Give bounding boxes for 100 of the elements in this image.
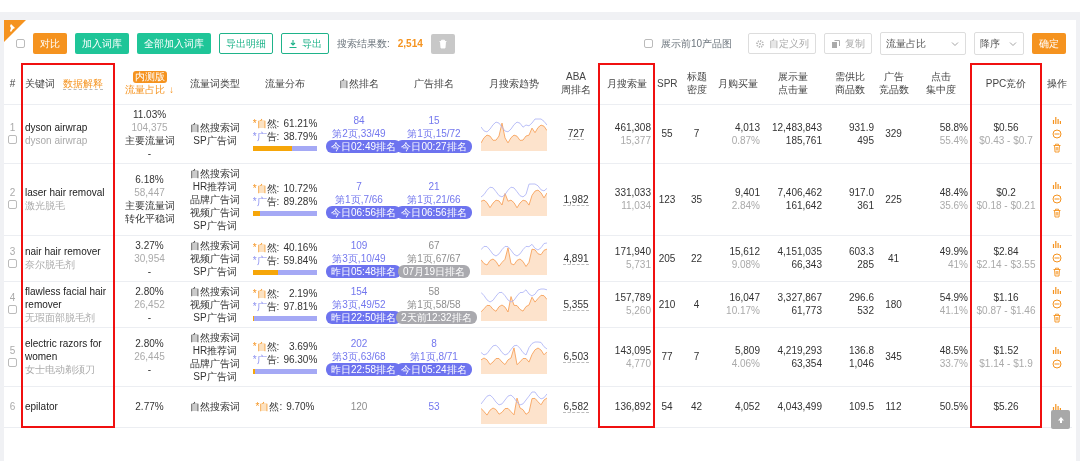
- select-all-checkbox[interactable]: [16, 39, 25, 48]
- bar-chart-icon[interactable]: [1052, 114, 1062, 125]
- trash-icon[interactable]: [1052, 142, 1062, 153]
- aba-rank: 5,355: [563, 298, 589, 311]
- keyword-type: SP广告词: [192, 369, 238, 383]
- keyword-type: 视频广告词: [189, 251, 241, 265]
- column-header: SPR: [657, 77, 678, 89]
- bar-chart-icon[interactable]: [1052, 344, 1062, 355]
- keyword-text[interactable]: laser hair removal: [25, 186, 111, 199]
- toolbar-button[interactable]: 全部加入词库: [137, 33, 211, 54]
- toolbar-button[interactable]: 导出: [281, 33, 329, 54]
- copy-button[interactable]: 复制: [824, 33, 872, 54]
- distribution-label: *广告:: [252, 352, 280, 366]
- ppc-range: $2.14 - $3.55: [975, 258, 1037, 271]
- keyword-type: 自然搜索词: [189, 284, 241, 298]
- column-header: 广告排名: [414, 77, 454, 89]
- row-number: 6: [8, 400, 17, 413]
- minus-circle-icon[interactable]: [1052, 128, 1062, 139]
- keyword-tag: -: [117, 264, 182, 278]
- bar-chart-icon[interactable]: [1052, 180, 1062, 190]
- trash-icon[interactable]: [1052, 267, 1062, 277]
- impressions-clicks: 7,406,462: [776, 186, 822, 199]
- sort-arrow-icon: ↓: [169, 83, 174, 95]
- minus-circle-icon[interactable]: [1052, 194, 1062, 204]
- click-concentration: 33.7%: [938, 356, 968, 370]
- title-density: 7: [693, 128, 700, 139]
- rank-position: 第1页,8/71: [409, 350, 459, 363]
- keyword-type: SP广告词: [192, 133, 238, 147]
- row-number: 4: [8, 291, 17, 304]
- bar-chart-icon[interactable]: [1052, 285, 1062, 295]
- show-images-checkbox[interactable]: [643, 39, 653, 48]
- keyword-tag: 主要流量词: [117, 133, 182, 147]
- trash-icon[interactable]: [1052, 313, 1062, 323]
- column-header: 密度: [685, 83, 708, 97]
- impressions-clicks: 12,483,843: [770, 120, 822, 134]
- keyword-translation: 奈尔脱毛剂: [25, 258, 76, 271]
- row-checkbox[interactable]: [8, 134, 17, 144]
- custom-columns-button[interactable]: 自定义列: [748, 33, 816, 54]
- row-checkbox[interactable]: [8, 305, 17, 314]
- column-header: 点击量: [777, 83, 809, 97]
- rank-number: 15: [427, 114, 441, 127]
- keyword-type: HR推荐词: [191, 179, 239, 193]
- keyword-type: 视频广告词: [189, 205, 241, 219]
- row-number: 1: [8, 120, 17, 134]
- sort-field-select[interactable]: 流量占比: [880, 32, 966, 55]
- minus-circle-icon[interactable]: [1052, 253, 1062, 263]
- distribution-label: *自然:: [252, 241, 280, 254]
- supply-demand: 603.3: [847, 245, 874, 258]
- monthly-search: 4,770: [624, 356, 651, 370]
- minus-circle-icon[interactable]: [1052, 299, 1062, 309]
- rank-number: 7: [355, 179, 363, 193]
- rank-number: 84: [352, 114, 366, 127]
- keyword-tag: -: [117, 310, 182, 324]
- data-explain-link[interactable]: 数据解释: [63, 78, 103, 90]
- trash-icon[interactable]: [1052, 208, 1062, 218]
- column-header: ABA: [565, 71, 587, 84]
- impressions-clicks: 3,327,867: [776, 291, 822, 304]
- keyword-text[interactable]: flawless facial hair remover: [25, 284, 111, 311]
- row-checkbox[interactable]: [8, 200, 17, 209]
- row-checkbox[interactable]: [8, 259, 17, 268]
- confirm-button[interactable]: 确定: [1032, 33, 1066, 54]
- column-header: 展示量: [777, 71, 809, 84]
- keyword-translation: 女士电动剃须刀: [25, 363, 96, 376]
- distribution-value: 2.19%: [288, 287, 318, 300]
- keyword-type: SP广告词: [192, 310, 238, 324]
- monthly-search: 136,892: [613, 399, 651, 413]
- toolbar-button[interactable]: 加入词库: [75, 33, 129, 54]
- keyword-text[interactable]: electric razors for women: [25, 337, 111, 363]
- toolbar-button[interactable]: 对比: [33, 33, 67, 54]
- distribution-value: 96.30%: [283, 352, 318, 366]
- column-header: 标题: [685, 71, 708, 84]
- scroll-top-button[interactable]: [1051, 410, 1070, 429]
- monthly-purchases: 4,013: [733, 120, 760, 134]
- rank-position: 第1页,21/66: [406, 192, 462, 206]
- monthly-purchases: 0.87%: [730, 133, 760, 147]
- sort-order-select[interactable]: 降序: [974, 32, 1024, 55]
- toolbar-button[interactable]: 导出明细: [219, 33, 273, 54]
- ad-competitors: 329: [885, 128, 902, 139]
- clear-button[interactable]: [430, 33, 455, 54]
- spr-value: 210: [658, 298, 676, 310]
- keyword-type: 视频广告词: [189, 297, 241, 311]
- monthly-purchases: 2.84%: [730, 199, 760, 212]
- aba-rank: 1,982: [563, 193, 589, 206]
- spr-value: 123: [658, 193, 676, 205]
- rank-number: 21: [427, 179, 441, 193]
- supply-demand: 532: [856, 304, 874, 317]
- impressions-clicks: 63,354: [790, 356, 822, 370]
- monthly-search: 171,940: [613, 245, 651, 258]
- bar-chart-icon[interactable]: [1052, 401, 1062, 412]
- gear-icon: [755, 38, 765, 49]
- rank-time-badge: 昨日05:48排名: [326, 264, 402, 278]
- minus-circle-icon[interactable]: [1052, 358, 1062, 369]
- keyword-text[interactable]: nair hair remover: [25, 245, 111, 258]
- bar-chart-icon[interactable]: [1052, 239, 1062, 249]
- distribution-label: *广告:: [252, 300, 280, 313]
- keyword-text[interactable]: dyson airwrap: [25, 120, 111, 134]
- rank-number: 53: [427, 400, 441, 413]
- ad-competitors: 180: [885, 298, 902, 310]
- title-density: 35: [690, 193, 703, 205]
- row-checkbox[interactable]: [8, 357, 17, 367]
